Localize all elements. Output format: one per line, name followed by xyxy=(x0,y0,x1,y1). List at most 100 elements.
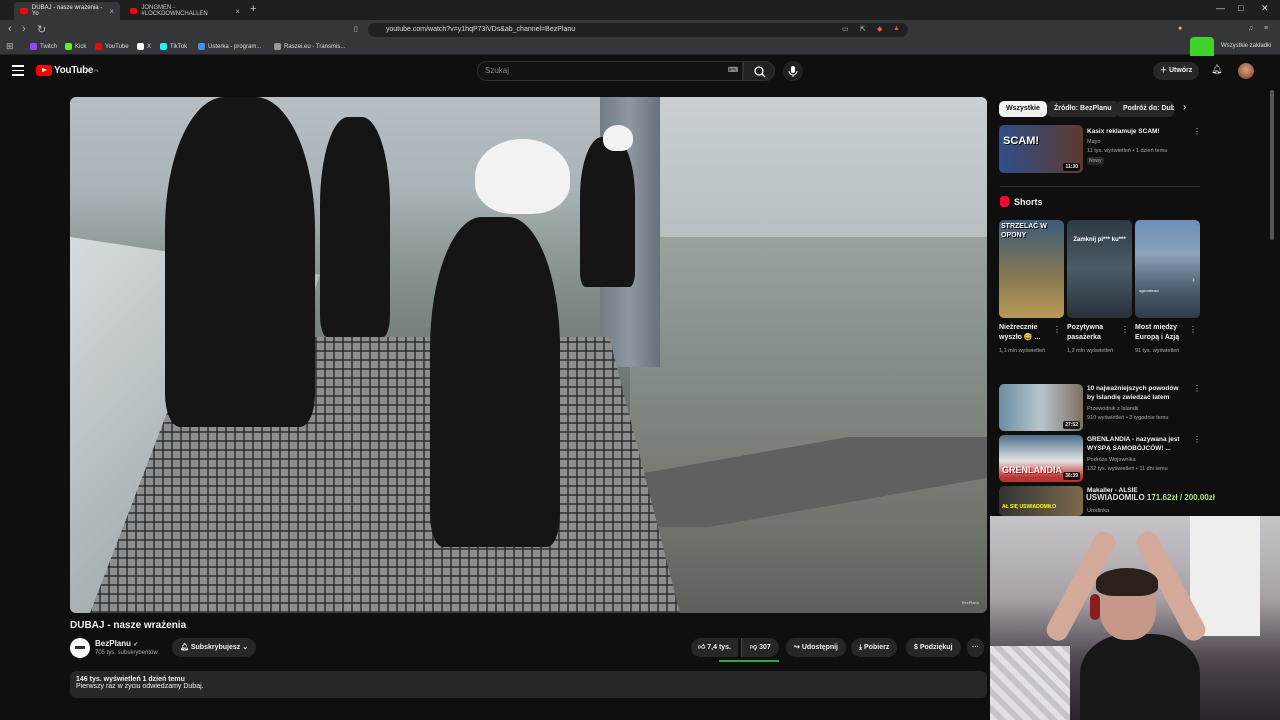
cast-icon[interactable]: ▭ xyxy=(842,25,849,33)
short-title[interactable]: Pozytywna pasażerka xyxy=(1067,323,1123,343)
url-field[interactable]: youtube.com/watch?v=y1hqP73iVDs&ab_chann… xyxy=(368,23,908,37)
bookmark-usterka[interactable]: Usterka - program... xyxy=(198,43,261,50)
chip-all[interactable]: Wszystkie xyxy=(999,101,1047,117)
bookmark-x[interactable]: X xyxy=(137,43,151,50)
share-icon: ↪ xyxy=(794,644,802,651)
tab-dubaj[interactable]: DUBAJ - nasze wrażenia - Yo × xyxy=(14,2,120,20)
share-page-icon[interactable]: ⇱ xyxy=(860,25,866,33)
bookmark-kick[interactable]: Kick xyxy=(65,43,86,50)
video-frame-helmet xyxy=(603,125,633,151)
channel-name[interactable]: BezPlanu ✔ xyxy=(95,639,138,648)
minimize-icon[interactable]: — xyxy=(1216,3,1225,13)
donation-label: USWIADOMILO xyxy=(1086,493,1145,502)
keyboard-icon[interactable]: ⌨ xyxy=(728,66,738,74)
menu-icon[interactable]: ≡ xyxy=(1264,25,1268,32)
tiktok-icon xyxy=(160,43,167,50)
reload-icon[interactable]: ↻ xyxy=(37,23,46,36)
top-video-title[interactable]: Kasix reklamuje SCAM! xyxy=(1087,127,1187,136)
voice-search-button[interactable] xyxy=(783,61,803,81)
bookmark-icon[interactable]: ▯ xyxy=(354,25,358,33)
video-thumbnail[interactable]: AŁ SIĘ USWIADOMIŁO xyxy=(999,486,1083,516)
share-button[interactable]: ↪ Udostępnij xyxy=(786,638,846,657)
headphones-icon xyxy=(1090,594,1100,620)
dislike-button[interactable]: 👎︎ 307 xyxy=(741,638,779,657)
bookmark-label: TikTok xyxy=(170,43,188,50)
youtube-logo[interactable]: YouTube PL xyxy=(36,65,99,76)
thumbnail-text: GRENLANDIA xyxy=(1002,465,1062,475)
video-title-link[interactable]: GRENLANDIA - nazywana jest WYSPĄ SAMOBÓJ… xyxy=(1087,435,1187,453)
maximize-icon[interactable]: □ xyxy=(1238,3,1243,13)
youtube-icon xyxy=(95,43,102,50)
video-thumbnail[interactable]: 27:52 xyxy=(999,384,1083,431)
bookmark-label: Usterka - program... xyxy=(208,43,262,50)
all-bookmarks[interactable]: Wszystkie zakładki xyxy=(1221,43,1271,49)
bookmark-raszei[interactable]: Raszei.eu - Transmis... xyxy=(274,43,345,50)
video-channel[interactable]: Przewodnik z Islandii xyxy=(1087,405,1138,413)
description-meta: 146 tys. wyświetleń 1 dzień temu xyxy=(76,676,185,683)
rewards-icon[interactable]: ▲ xyxy=(893,25,900,32)
notifications-bell-icon[interactable]: 🔔︎ xyxy=(1211,64,1222,75)
close-window-icon[interactable]: ✕ xyxy=(1261,3,1269,14)
short-thumbnail[interactable]: Zamknij pi*** ku*** xyxy=(1067,220,1132,318)
chip-next-icon[interactable]: › xyxy=(1183,102,1186,113)
donation-goal-overlay: USWIADOMILO 171.62zł / 200.00zł xyxy=(1086,493,1215,502)
webcam-overlay xyxy=(990,516,1280,720)
twitch-icon xyxy=(30,43,37,50)
bookmark-youtube[interactable]: YouTube xyxy=(95,43,129,50)
top-video-thumbnail[interactable]: SCAM! 11:30 xyxy=(999,125,1083,173)
more-actions-button[interactable]: ··· xyxy=(967,638,984,657)
short-title[interactable]: Most między Europą i Azją xyxy=(1135,323,1191,343)
download-button[interactable]: ⤓ Pobierz xyxy=(851,638,898,657)
short-thumbnail[interactable]: ogłomeraci xyxy=(1135,220,1200,318)
channel-avatar[interactable] xyxy=(70,638,90,658)
tab-jongmen[interactable]: JONGMEN - #LOCKDOWNCHALLEN × xyxy=(124,2,246,20)
tab-label: JONGMEN - #LOCKDOWNCHALLEN xyxy=(141,5,208,17)
like-count: 7,4 tys. xyxy=(707,644,732,651)
user-avatar[interactable] xyxy=(1238,63,1254,79)
scrollbar[interactable] xyxy=(1270,90,1274,240)
media-icon[interactable]: ♫ xyxy=(1248,25,1253,32)
more-options-icon[interactable]: ⋮ xyxy=(1053,325,1061,334)
youtube-play-icon xyxy=(36,65,52,76)
close-tab-icon[interactable]: × xyxy=(109,7,114,16)
video-title-link[interactable]: 10 najważniejszych powodów by Islandię z… xyxy=(1087,384,1187,402)
description-box[interactable]: 146 tys. wyświetleń 1 dzień temu Pierwsz… xyxy=(70,671,987,698)
bookmark-twitch[interactable]: Twitch xyxy=(30,43,57,50)
video-thumbnail[interactable]: GRENLANDIA 36:39 xyxy=(999,435,1083,482)
hamburger-menu-icon[interactable] xyxy=(12,65,24,79)
forward-icon[interactable]: › xyxy=(22,23,26,35)
subscribe-button[interactable]: 🔔︎ Subskrybujesz ⌄ xyxy=(172,638,257,657)
more-options-icon[interactable]: ⋮ xyxy=(1193,435,1201,444)
search-input[interactable]: Szukaj xyxy=(477,61,743,81)
brave-shield-icon[interactable]: ◆ xyxy=(877,25,882,33)
create-button[interactable]: ＋ Utwórz xyxy=(1153,62,1200,80)
webcam-streamer-hair xyxy=(1096,568,1158,596)
bookmark-label: Twitch xyxy=(40,43,58,50)
top-video-channel[interactable]: Mayo xyxy=(1087,138,1100,146)
chevron-down-icon: ⌄ xyxy=(240,644,249,651)
close-tab-icon[interactable]: × xyxy=(235,7,240,16)
video-channel[interactable]: Podróże Wojownika xyxy=(1087,456,1136,464)
shorts-icon xyxy=(1000,196,1009,207)
more-options-icon[interactable]: ⋮ xyxy=(1193,127,1201,136)
more-options-icon[interactable]: ⋮ xyxy=(1189,325,1197,334)
bookmark-tiktok[interactable]: TikTok xyxy=(160,43,187,50)
video-player[interactable]: BezPlanu xyxy=(70,97,987,613)
video-channel[interactable]: Urodinka xyxy=(1087,507,1109,515)
new-tab-button[interactable]: + xyxy=(250,3,256,15)
kick-icon xyxy=(65,43,72,50)
more-options-icon[interactable]: ⋮ xyxy=(1193,384,1201,393)
search-button[interactable] xyxy=(743,61,775,81)
chip-source[interactable]: Źródło: BezPlanu xyxy=(1047,101,1119,117)
short-thumbnail[interactable]: STRZELAĆ W OPONY xyxy=(999,220,1064,318)
duration-badge: 36:39 xyxy=(1063,472,1080,480)
back-icon[interactable]: ‹ xyxy=(8,23,12,35)
thanks-button[interactable]: $ Podziękuj xyxy=(906,638,961,657)
short-title[interactable]: Nieźrecznie wyszło 😅 ... xyxy=(999,323,1055,343)
more-options-icon[interactable]: ⋮ xyxy=(1121,325,1129,334)
shorts-next-icon[interactable]: › xyxy=(1192,275,1195,284)
apps-grid-icon[interactable]: ⊞ xyxy=(6,41,14,52)
wallet-icon[interactable]: ● xyxy=(1178,25,1182,32)
like-button[interactable]: 👍︎ 7,4 tys. xyxy=(691,638,739,657)
chip-travel[interactable]: Podróż do: Dubaj xyxy=(1116,101,1174,117)
